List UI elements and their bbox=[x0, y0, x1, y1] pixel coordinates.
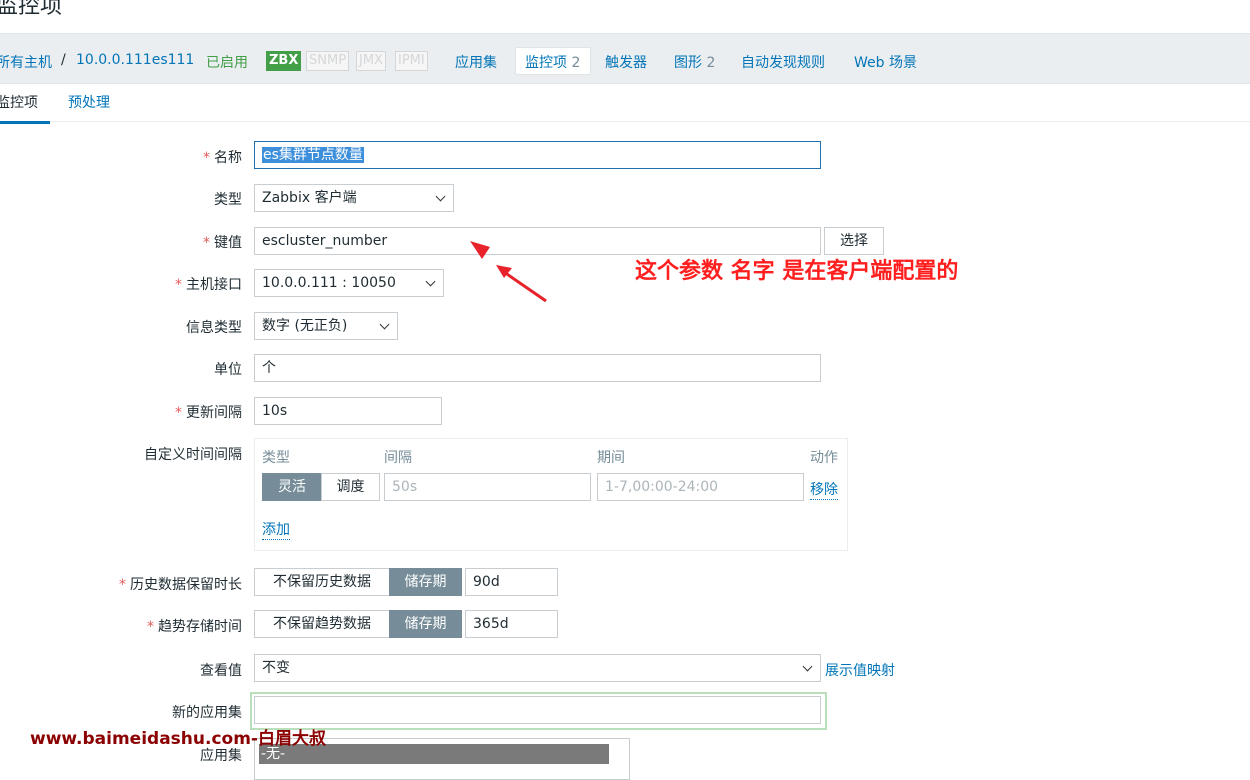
value-mapping-link[interactable]: 展示值映射 bbox=[825, 660, 895, 680]
interface-select[interactable]: 10.0.0.111 : 10050 bbox=[254, 269, 444, 297]
add-link[interactable]: 添加 bbox=[262, 519, 290, 540]
showvalue-label: 查看值 bbox=[200, 663, 242, 679]
annotation-arrow-icon bbox=[470, 241, 547, 303]
trend-storage-button[interactable]: 储存期 bbox=[389, 610, 462, 638]
host-status-enabled[interactable]: 已启用 bbox=[206, 52, 248, 72]
custom-period-input[interactable]: 1-7,00:00-24:00 bbox=[597, 473, 804, 501]
new-app-label: 新的应用集 bbox=[172, 705, 242, 721]
trend-no-keep-button[interactable]: 不保留趋势数据 bbox=[254, 610, 390, 638]
info-type-select[interactable]: 数字 (无正负) bbox=[254, 312, 398, 340]
breadcrumb-all-hosts[interactable]: 所有主机 bbox=[0, 52, 52, 72]
tab-triggers[interactable]: 触发器 bbox=[605, 52, 647, 72]
breadcrumb-separator: / bbox=[61, 52, 66, 68]
history-storage-button[interactable]: 储存期 bbox=[389, 568, 462, 596]
tab-web-scenarios[interactable]: Web 场景 bbox=[854, 52, 917, 72]
subtab-items[interactable]: 监控项 bbox=[0, 92, 50, 124]
custom-intervals-label: 自定义时间间隔 bbox=[144, 447, 242, 463]
tab-items-active[interactable]: 监控项 2 bbox=[515, 47, 591, 75]
tab-graphs-label: 图形 bbox=[674, 55, 702, 71]
col-type: 类型 bbox=[262, 450, 290, 466]
name-input[interactable]: es集群节点数量 bbox=[254, 141, 821, 169]
scheduling-button[interactable]: 调度 bbox=[321, 473, 380, 501]
host-navigation-bar: 所有主机 / 10.0.0.111es111 已启用 ZBX SNMP JMX … bbox=[0, 33, 1250, 84]
key-label: * 键值 bbox=[203, 235, 242, 251]
trend-value-input[interactable]: 365d bbox=[465, 610, 558, 638]
history-no-keep-button[interactable]: 不保留历史数据 bbox=[254, 568, 390, 596]
breadcrumb-host[interactable]: 10.0.0.111es111 bbox=[76, 52, 194, 68]
tab-graphs[interactable]: 图形 2 bbox=[674, 52, 715, 72]
interface-label: * 主机接口 bbox=[175, 277, 242, 293]
custom-intervals-box: 类型 间隔 期间 动作 灵活 调度 50s 1-7,00:00-24:00 移除… bbox=[254, 438, 848, 551]
type-select[interactable]: Zabbix 客户端 bbox=[254, 184, 454, 212]
tab-graphs-count: 2 bbox=[706, 55, 716, 71]
page-title: 监控项 bbox=[0, 0, 63, 19]
tag-ipmi: IPMI bbox=[395, 51, 428, 71]
col-interval: 间隔 bbox=[384, 450, 412, 466]
units-input[interactable]: 个 bbox=[254, 354, 821, 382]
remove-link[interactable]: 移除 bbox=[810, 479, 838, 500]
tag-snmp: SNMP bbox=[306, 51, 350, 71]
tag-zbx: ZBX bbox=[266, 51, 302, 71]
tab-items-count: 2 bbox=[571, 55, 581, 71]
watermark-text: www.baimeidashu.com-白眉大叔 bbox=[30, 729, 326, 749]
custom-interval-input[interactable]: 50s bbox=[384, 473, 591, 501]
showvalue-select[interactable]: 不变 bbox=[254, 654, 821, 682]
units-label: 单位 bbox=[214, 362, 242, 378]
name-label: * 名称 bbox=[203, 150, 242, 166]
tab-discovery-rules[interactable]: 自动发现规则 bbox=[741, 52, 825, 72]
interval-label: * 更新间隔 bbox=[175, 405, 242, 421]
tab-items-label: 监控项 bbox=[525, 55, 567, 71]
history-label: * 历史数据保留时长 bbox=[119, 577, 242, 593]
key-select-button[interactable]: 选择 bbox=[824, 227, 884, 255]
col-period: 期间 bbox=[597, 450, 625, 466]
type-label: 类型 bbox=[214, 192, 242, 208]
flexible-button[interactable]: 灵活 bbox=[262, 473, 322, 501]
form-subtabs: 监控项 预处理 bbox=[0, 83, 1250, 124]
info-type-label: 信息类型 bbox=[186, 320, 242, 336]
history-value-input[interactable]: 90d bbox=[465, 568, 558, 596]
annotation-text: 这个参数 名字 是在客户端配置的 bbox=[635, 259, 959, 284]
interval-input[interactable]: 10s bbox=[254, 397, 442, 425]
tab-applications[interactable]: 应用集 bbox=[455, 52, 497, 72]
subtab-preprocessing[interactable]: 预处理 bbox=[68, 92, 110, 112]
new-app-input[interactable] bbox=[254, 696, 821, 724]
col-action: 动作 bbox=[810, 450, 838, 466]
trend-label: * 趋势存储时间 bbox=[147, 619, 242, 635]
tag-jmx: JMX bbox=[356, 51, 386, 71]
